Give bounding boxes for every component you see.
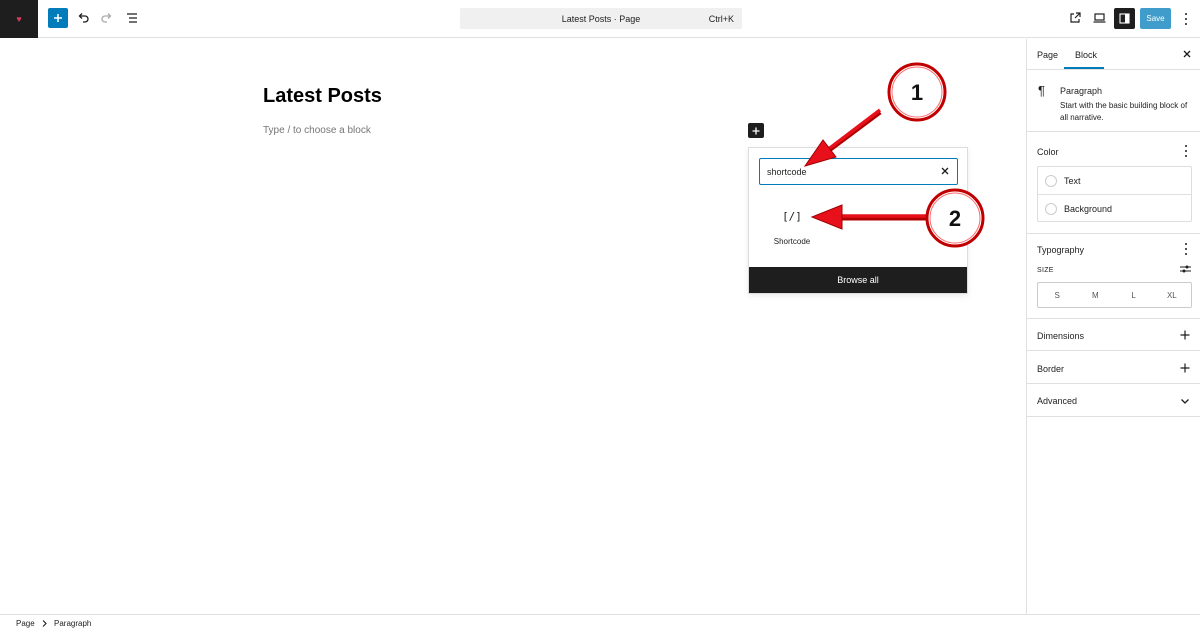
sidebar-tabs: Page Block (1027, 39, 1200, 70)
shortcut-hint: Ctrl+K (708, 14, 734, 24)
command-palette-bar[interactable]: Latest Posts · Page Ctrl+K (460, 8, 742, 29)
block-name: Paragraph (1060, 86, 1103, 96)
plus-icon (752, 127, 760, 134)
font-size-picker: S M L XL (1037, 282, 1192, 308)
breadcrumb-paragraph[interactable]: Paragraph (54, 619, 91, 628)
text-color-item[interactable]: Text (1038, 167, 1191, 194)
active-tab-indicator (1064, 67, 1104, 69)
heart-icon: ♥ (16, 13, 22, 24)
settings-sidebar: Page Block ¶ Paragraph Start with the ba… (1026, 39, 1200, 614)
list-view-icon (127, 13, 137, 23)
editor-toolbar: ♥ Latest Posts · Page Ctrl+K Save (0, 0, 1200, 38)
color-panel-title: Color (1037, 147, 1059, 157)
typography-panel-title: Typography (1037, 245, 1085, 255)
sidebar-icon (1119, 13, 1130, 24)
divider (1027, 416, 1200, 417)
external-link-icon (1070, 12, 1081, 23)
divider (1027, 318, 1200, 319)
color-swatch-icon (1045, 202, 1057, 215)
settings-toggle-button[interactable] (1114, 8, 1135, 29)
dimensions-panel-title[interactable]: Dimensions (1037, 331, 1084, 341)
shortcode-block-result[interactable]: [/] Shortcode (767, 200, 817, 260)
close-sidebar-button[interactable] (1182, 49, 1192, 59)
plus-icon[interactable] (1180, 363, 1190, 373)
divider (1027, 383, 1200, 384)
document-overview-button[interactable] (123, 9, 141, 27)
block-search-field[interactable] (759, 158, 958, 185)
color-swatch-icon (1045, 174, 1057, 187)
editor-canvas: Latest Posts Type / to choose a block [/… (0, 39, 1026, 614)
block-card: ¶ Paragraph Start with the basic buildin… (1027, 70, 1200, 132)
chevron-down-icon[interactable] (1180, 396, 1190, 406)
block-result-label: Shortcode (773, 237, 811, 246)
block-search-input[interactable] (767, 166, 927, 178)
border-panel-title[interactable]: Border (1037, 364, 1064, 374)
font-size-l[interactable]: L (1115, 283, 1153, 307)
redo-icon (101, 13, 112, 23)
font-size-xl[interactable]: XL (1153, 283, 1191, 307)
custom-size-toggle-icon[interactable] (1180, 264, 1191, 274)
site-logo-button[interactable]: ♥ (0, 0, 38, 38)
clear-search-button[interactable] (940, 166, 950, 176)
typography-options-button[interactable] (1184, 243, 1188, 255)
block-breadcrumb: Page Paragraph (0, 614, 1200, 630)
undo-button[interactable] (74, 9, 92, 27)
font-size-s[interactable]: S (1038, 283, 1076, 307)
undo-icon (78, 13, 89, 23)
close-icon (941, 167, 949, 175)
color-settings: Text Background (1037, 166, 1192, 222)
background-color-item[interactable]: Background (1038, 195, 1191, 222)
paragraph-placeholder[interactable]: Type / to choose a block (263, 125, 371, 136)
font-size-label: SIZE (1037, 267, 1054, 274)
options-menu-button[interactable] (1184, 13, 1188, 25)
post-title[interactable]: Latest Posts (263, 85, 382, 108)
paragraph-icon: ¶ (1038, 83, 1045, 98)
background-color-label: Background (1064, 203, 1113, 214)
close-icon (1183, 50, 1191, 58)
plus-icon (54, 14, 62, 22)
text-color-label: Text (1064, 175, 1081, 186)
redo-button[interactable] (98, 9, 116, 27)
font-size-m[interactable]: M (1076, 283, 1114, 307)
breadcrumb-page[interactable]: Page (16, 619, 35, 628)
tab-block[interactable]: Block (1075, 50, 1097, 60)
plus-icon[interactable] (1180, 330, 1190, 340)
view-page-button[interactable] (1066, 9, 1084, 27)
quick-inserter-popover: [/] Shortcode Browse all (748, 147, 968, 294)
shortcode-icon: [/] (782, 210, 802, 223)
save-button[interactable]: Save (1140, 8, 1171, 29)
add-block-button[interactable] (748, 123, 764, 138)
desktop-icon (1093, 13, 1105, 23)
divider (1027, 350, 1200, 351)
tab-page[interactable]: Page (1037, 50, 1058, 60)
block-description: Start with the basic building block of a… (1060, 101, 1188, 122)
color-options-button[interactable] (1184, 145, 1188, 157)
block-inserter-button[interactable] (48, 8, 68, 28)
document-title: Latest Posts · Page (561, 14, 641, 24)
advanced-panel-title[interactable]: Advanced (1037, 396, 1077, 406)
browse-all-button[interactable]: Browse all (749, 267, 967, 293)
preview-button[interactable] (1090, 9, 1108, 27)
divider (1027, 233, 1200, 234)
chevron-right-icon (42, 620, 47, 627)
